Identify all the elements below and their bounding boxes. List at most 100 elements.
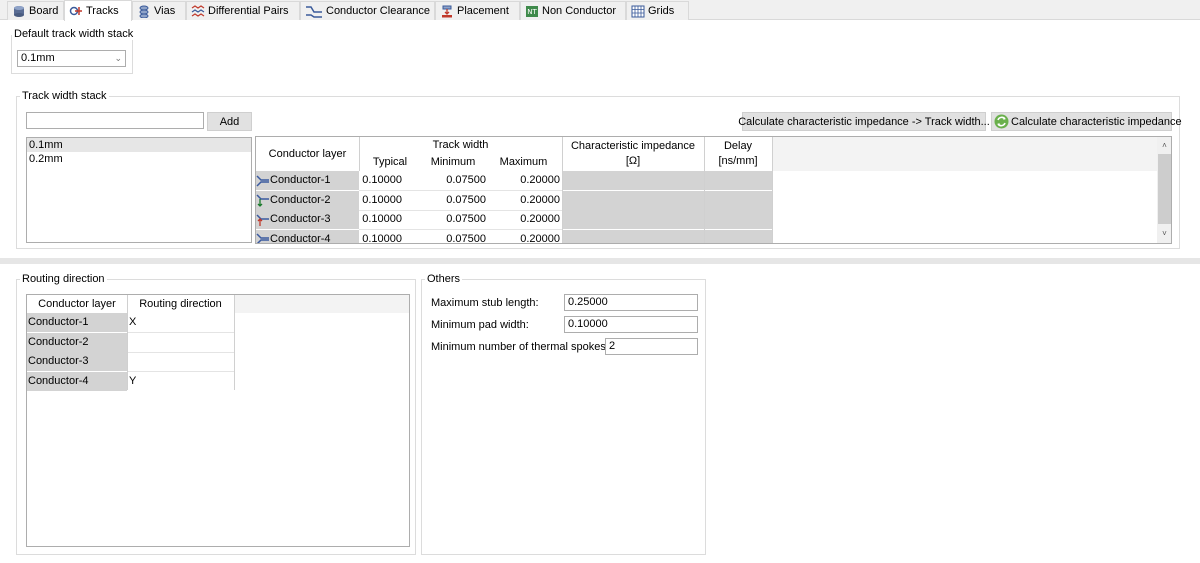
impedance-cell	[563, 229, 704, 243]
tab-grids[interactable]: Grids	[626, 1, 689, 20]
maximum-cell[interactable]: 0.20000	[488, 230, 562, 244]
row-divider	[128, 371, 234, 372]
routing-direction-cell[interactable]: Y	[128, 372, 234, 391]
table-row-header[interactable]: Conductor-4	[256, 229, 359, 244]
divider	[772, 137, 773, 243]
typical-cell[interactable]: 0.10000	[359, 171, 404, 190]
col-header-maximum[interactable]: Maximum	[485, 156, 562, 170]
table-row-header[interactable]: Conductor-2	[27, 332, 127, 352]
col-header-impedance[interactable]: Characteristic impedance	[562, 140, 704, 154]
routing-direction-title: Routing direction	[20, 273, 107, 285]
calc-impedance-button[interactable]: Calculate characteristic impedance	[991, 112, 1182, 131]
tab-differential-pairs-label: Differential Pairs	[208, 5, 289, 17]
conductor-layer-icon	[256, 174, 269, 187]
routing-direction-cell[interactable]	[128, 333, 234, 352]
tab-non-conductor-label: Non Conductor	[542, 5, 616, 17]
min-pad-label: Minimum pad width:	[431, 319, 529, 331]
tab-differential-pairs[interactable]: Differential Pairs	[186, 1, 300, 20]
routing-direction-cell[interactable]	[128, 352, 234, 371]
tab-tracks[interactable]: Tracks	[64, 0, 132, 21]
col-header-routing-direction[interactable]: Routing direction	[127, 295, 234, 313]
divider	[234, 295, 235, 390]
list-item[interactable]: 0.1mm	[27, 138, 251, 152]
tab-tracks-label: Tracks	[86, 5, 119, 17]
max-stub-label: Maximum stub length:	[431, 297, 539, 309]
placement-icon	[442, 5, 452, 17]
vias-icon	[139, 5, 149, 18]
table-row-header[interactable]: Conductor-2	[256, 190, 359, 210]
min-pad-input[interactable]: 0.10000	[564, 316, 698, 333]
maximum-cell[interactable]: 0.20000	[488, 210, 562, 229]
table-row-header[interactable]: Conductor-3	[256, 210, 359, 229]
typical-cell[interactable]: 0.10000	[359, 191, 404, 210]
tab-bar: Board Tracks Vias Differential Pairs Con…	[0, 0, 1200, 21]
maximum-cell[interactable]: 0.20000	[488, 191, 562, 210]
minimum-cell[interactable]: 0.07500	[404, 191, 488, 210]
delay-cell	[705, 190, 772, 210]
conductor-layer-icon	[256, 213, 269, 226]
delay-cell	[705, 171, 772, 190]
layer-name: Conductor-2	[270, 193, 331, 206]
table-row-header[interactable]: Conductor-1	[27, 313, 127, 332]
tracks-icon	[69, 6, 82, 15]
default-stack-title: Default track width stack	[12, 28, 136, 40]
col-header-delay[interactable]: Delay	[704, 140, 772, 154]
divider	[359, 137, 360, 171]
refresh-icon	[994, 114, 1009, 129]
col-header-minimum[interactable]: Minimum	[421, 156, 485, 170]
tab-non-conductor[interactable]: NT Non Conductor	[520, 1, 626, 20]
maximum-cell[interactable]: 0.20000	[488, 171, 562, 190]
board-icon	[14, 5, 24, 17]
calc-impedance-label: Calculate characteristic impedance	[1011, 115, 1182, 128]
tab-vias-label: Vias	[154, 5, 176, 17]
add-button[interactable]: Add	[207, 112, 252, 131]
grids-icon	[631, 5, 645, 17]
list-item[interactable]: 0.2mm	[27, 152, 251, 166]
delay-cell	[705, 210, 772, 229]
tab-conductor-clearance[interactable]: Conductor Clearance	[300, 1, 435, 20]
max-stub-input[interactable]: 0.25000	[564, 294, 698, 311]
default-stack-select[interactable]: 0.1mm ⌄	[17, 50, 126, 67]
col-header-track-width[interactable]: Track width	[359, 139, 562, 153]
minimum-cell[interactable]: 0.07500	[404, 210, 488, 229]
track-stack-title: Track width stack	[20, 90, 109, 102]
scrollbar-thumb[interactable]	[1158, 154, 1171, 224]
table-row-header[interactable]: Conductor-4	[27, 371, 127, 391]
track-stack-list[interactable]: 0.1mm 0.2mm	[26, 137, 252, 243]
typical-cell[interactable]: 0.10000	[359, 210, 404, 229]
non-conductor-icon: NT	[526, 5, 538, 17]
table-row-header[interactable]: Conductor-1	[256, 171, 359, 190]
tab-conductor-clearance-label: Conductor Clearance	[326, 5, 430, 17]
scroll-up-icon[interactable]: ˄	[1157, 141, 1171, 151]
stack-name-input[interactable]	[26, 112, 204, 129]
calc-impedance-track-width-button[interactable]: Calculate characteristic impedance -> Tr…	[738, 112, 990, 131]
typical-cell[interactable]: 0.10000	[359, 230, 404, 244]
routing-direction-cell[interactable]: X	[128, 313, 234, 332]
table-row-header[interactable]: Conductor-3	[27, 352, 127, 371]
minimum-cell[interactable]: 0.07500	[404, 230, 488, 244]
vertical-scrollbar[interactable]: ˄ ˅	[1157, 137, 1171, 243]
routing-direction-grid[interactable]: Conductor layer Routing direction Conduc…	[26, 294, 410, 547]
track-width-grid[interactable]: Conductor layer Track width Typical Mini…	[255, 136, 1172, 244]
tab-placement[interactable]: Placement	[435, 1, 520, 20]
impedance-cell	[563, 210, 704, 229]
conductor-clearance-icon	[306, 5, 322, 18]
row-divider	[128, 351, 234, 353]
scroll-down-icon[interactable]: ˅	[1157, 229, 1171, 239]
default-stack-value: 0.1mm	[21, 52, 55, 64]
col-header-impedance-unit: [Ω]	[562, 155, 704, 169]
delay-cell	[705, 229, 772, 243]
col-header-conductor-layer[interactable]: Conductor layer	[256, 137, 359, 171]
tab-board[interactable]: Board	[7, 1, 64, 20]
tab-vias[interactable]: Vias	[132, 1, 186, 20]
layer-name: Conductor-1	[270, 174, 331, 186]
minimum-cell[interactable]: 0.07500	[404, 171, 488, 190]
col-header-conductor-layer[interactable]: Conductor layer	[27, 295, 127, 313]
col-header-delay-unit: [ns/mm]	[704, 155, 772, 169]
min-spokes-input[interactable]: 2	[605, 338, 698, 355]
row-divider	[359, 209, 562, 211]
header-filler	[772, 137, 1157, 171]
col-header-typical[interactable]: Typical	[359, 156, 421, 170]
conductor-layer-icon	[256, 194, 269, 207]
layer-name: Conductor-4	[270, 232, 331, 244]
